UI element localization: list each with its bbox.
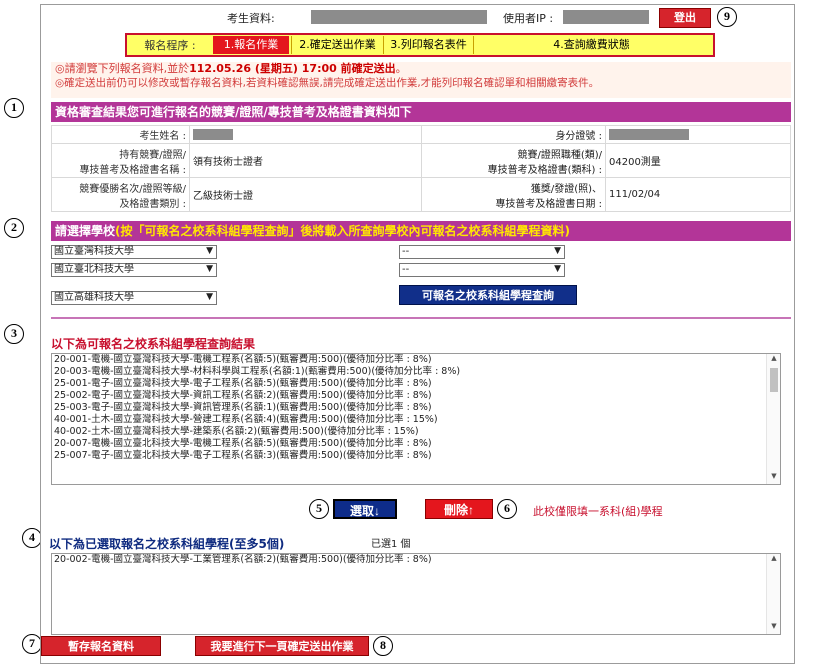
marker-4: 4 — [22, 528, 42, 548]
cert-name-value: 領有技術士證者 — [189, 143, 422, 178]
list-item[interactable]: 25-001-電子-國立臺灣科技大學-電子工程系(名額:5)(甄審費用:500)… — [52, 378, 780, 390]
save-draft-button[interactable]: 暫存報名資料 — [41, 636, 161, 656]
cert-name-label: 持有競賽/證照/專技普考及格證書名稱 : — [51, 143, 190, 178]
scroll-thumb[interactable] — [770, 368, 778, 392]
steps-title: 報名程序 : — [144, 39, 196, 52]
student-info-masked — [311, 10, 487, 24]
chevron-down-icon: ▼ — [206, 264, 213, 274]
header-bar: 考生資料: 使用者IP : 登出 9 — [41, 5, 794, 29]
notice-deadline: ◎請瀏覽下列報名資料,並於112.05.26 (星期五) 17:00 前確定送出… — [55, 62, 407, 75]
step-payment-status[interactable]: 4.查詢繳費狀態 — [473, 36, 709, 54]
qualification-section-title: 資格審查結果您可進行報名的競賽/證照/專技普考及格證書資料如下 — [51, 102, 791, 122]
selected-departments-title: 以下為已選取報名之校系科組學程(至多5個) — [49, 537, 285, 551]
scroll-up-icon[interactable]: ▲ — [767, 554, 780, 566]
chevron-down-icon: ▼ — [554, 264, 561, 274]
marker-3: 3 — [4, 324, 24, 344]
school-select-2[interactable]: 國立臺北科技大學 ▼ — [51, 263, 217, 277]
scroll-down-icon[interactable]: ▼ — [767, 472, 780, 484]
award-date-value: 111/02/04 — [605, 177, 791, 212]
step-apply[interactable]: 1.報名作業 — [213, 36, 289, 54]
marker-9: 9 — [717, 7, 737, 27]
notice-box: ◎請瀏覽下列報名資料,並於112.05.26 (星期五) 17:00 前確定送出… — [51, 62, 791, 98]
scroll-down-icon[interactable]: ▼ — [767, 622, 780, 634]
student-name-masked — [193, 129, 233, 140]
application-steps: 報名程序 : 1.報名作業 2.確定送出作業 3.列印報名表件 4.查詢繳費狀態 — [125, 33, 715, 57]
select-department-button[interactable]: 選取↓ — [333, 499, 397, 519]
list-item[interactable]: 20-003-電機-國立臺灣科技大學-材料科學與工程系(名額:1)(甄審費用:5… — [52, 366, 780, 378]
award-date-label: 獲獎/發證(照)、 專技普考及格證書日期 : — [421, 177, 606, 212]
user-ip-masked — [563, 10, 649, 24]
list-item[interactable]: 40-001-土木-國立臺灣科技大學-營建工程系(名額:4)(甄審費用:500)… — [52, 414, 780, 426]
marker-1: 1 — [4, 98, 24, 118]
delete-department-button[interactable]: 刪除↑ — [425, 499, 493, 519]
section-divider — [51, 317, 791, 319]
list-scrollbar[interactable]: ▲ ▼ — [766, 354, 780, 484]
student-info-label: 考生資料: — [227, 12, 275, 25]
rank-value: 乙級技術士證 — [189, 177, 422, 212]
chevron-down-icon: ▼ — [206, 246, 213, 256]
query-departments-button[interactable]: 可報名之校系科組學程查詢 — [399, 285, 577, 305]
rank-label: 競賽優勝名次/證照等級/及格證書類別 : — [51, 177, 190, 212]
chevron-down-icon: ▼ — [206, 292, 213, 302]
selected-list-scrollbar[interactable]: ▲ ▼ — [766, 554, 780, 634]
notice-confirm: ◎確定送出前仍可以修改或暫存報名資料,若資料確認無誤,請完成確定送出作業,才能列… — [55, 77, 600, 89]
step-print-forms[interactable]: 3.列印報名表件 — [383, 36, 473, 54]
marker-8: 8 — [373, 636, 393, 656]
department-select-1[interactable]: -- ▼ — [399, 245, 565, 259]
student-name-label: 考生姓名 : — [51, 125, 190, 144]
list-item[interactable]: 25-002-電子-國立臺灣科技大學-資訊工程系(名額:2)(甄審費用:500)… — [52, 390, 780, 402]
cert-type-label: 競賽/證照職種(類)/專技普考及格證書(類科) : — [421, 143, 606, 178]
list-item[interactable]: 40-002-土木-國立臺灣科技大學-建築系(名額:2)(甄審費用:500)(優… — [52, 426, 780, 438]
chevron-down-icon: ▼ — [554, 246, 561, 256]
deadline-date: 112.05.26 (星期五) 17:00 前確定送出 — [189, 62, 396, 75]
marker-5: 5 — [309, 499, 329, 519]
marker-6: 6 — [497, 499, 517, 519]
school-select-3[interactable]: 國立高雄科技大學 ▼ — [51, 291, 217, 305]
marker-2: 2 — [4, 218, 24, 238]
next-confirm-button[interactable]: 我要進行下一頁確定送出作業 — [195, 636, 369, 656]
department-select-2[interactable]: -- ▼ — [399, 263, 565, 277]
query-results-title: 以下為可報名之校系科組學程查詢結果 — [51, 337, 256, 351]
scroll-up-icon[interactable]: ▲ — [767, 354, 780, 366]
application-panel: 考生資料: 使用者IP : 登出 9 報名程序 : 1.報名作業 2.確定送出作… — [40, 4, 795, 664]
id-number-label: 身分證號 : — [421, 125, 606, 144]
school-select-section-title: 請選擇學校(按「可報名之校系科組學程查詢」後將載入所查詢學校內可報名之校系科組學… — [51, 221, 791, 241]
logout-button[interactable]: 登出 — [659, 8, 711, 28]
selected-departments-list[interactable]: 20-002-電機-國立臺灣科技大學-工業管理系(名額:2)(甄審費用:500)… — [51, 553, 781, 635]
marker-7: 7 — [22, 634, 42, 654]
school-select-1[interactable]: 國立臺灣科技大學 ▼ — [51, 245, 217, 259]
selected-count: 已選1 個 — [371, 539, 411, 550]
user-ip-label: 使用者IP : — [503, 12, 554, 25]
list-item[interactable]: 20-002-電機-國立臺灣科技大學-工業管理系(名額:2)(甄審費用:500)… — [52, 554, 780, 566]
list-item[interactable]: 20-001-電機-國立臺灣科技大學-電機工程系(名額:5)(甄審費用:500)… — [52, 354, 780, 366]
available-departments-list[interactable]: 20-001-電機-國立臺灣科技大學-電機工程系(名額:5)(甄審費用:500)… — [51, 353, 781, 485]
list-item[interactable]: 25-007-電子-國立臺北科技大學-電子工程系(名額:3)(甄審費用:500)… — [52, 450, 780, 462]
qualification-table: 考生姓名 : 身分證號 : 持有競賽/證照/專技普考及格證書名稱 : 領有技術士… — [51, 125, 791, 212]
cert-type-value: 04200測量 — [605, 143, 791, 178]
step-confirm-submit[interactable]: 2.確定送出作業 — [291, 36, 383, 54]
limit-note: 此校僅限填一系科(組)學程 — [533, 505, 663, 518]
list-item[interactable]: 25-003-電子-國立臺灣科技大學-資訊管理系(名額:1)(甄審費用:500)… — [52, 402, 780, 414]
id-number-masked — [609, 129, 689, 140]
list-item[interactable]: 20-007-電機-國立臺北科技大學-電機工程系(名額:5)(甄審費用:500)… — [52, 438, 780, 450]
